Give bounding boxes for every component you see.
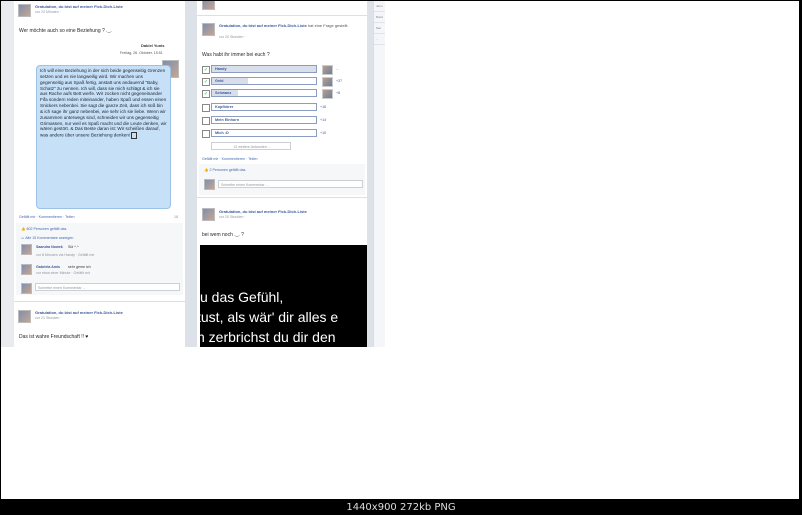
video-text-line: n zerbrichst du dir den — [200, 329, 336, 345]
emoji-icon — [131, 132, 138, 140]
page-avatar[interactable] — [202, 208, 215, 221]
post-time[interactable]: vor 20 Stunden · — [219, 215, 246, 219]
page-name[interactable]: Gratulation, du bist auf meiner Fick-Dic… — [219, 23, 349, 28]
poll-bar[interactable]: Handy — [211, 65, 317, 73]
view-all-comments[interactable]: ▭ Alle 15 Kommentare anzeigen — [21, 236, 73, 240]
poll-fill — [212, 66, 316, 72]
post-text: Wer möchte auch so eine Beziehung ? ._. — [19, 28, 112, 34]
checkbox[interactable]: ✓ — [202, 78, 210, 86]
post-text: Das ist wahre Freundschaft !! ♥ — [19, 334, 89, 340]
poll-bar[interactable]: Mich :D — [211, 129, 317, 137]
comment-meta[interactable]: vor 8 Minuten via Handy · Gefällt mir — [36, 253, 94, 257]
poll-post: Gratulation, du bist auf meiner Fick-Dic… — [197, 19, 367, 198]
sidebar-item[interactable]: Jerm — [374, 1, 385, 12]
post-time[interactable]: vor 23 Minuten · — [35, 10, 61, 14]
my-avatar — [21, 283, 32, 294]
comment-input[interactable]: Schreibe einen Kommentar ... — [35, 283, 180, 291]
poll-bar[interactable]: Schwanz — [211, 89, 317, 97]
facebook-timeline-screenshot: Gratulation, du bist auf meiner Fick-Dic… — [1, 1, 385, 347]
column-gutter — [185, 1, 197, 347]
video-player[interactable]: u das Gefühl, tust, als wär' dir alles e… — [200, 245, 367, 347]
checkbox[interactable] — [202, 117, 210, 125]
share-count: 18 — [174, 215, 178, 219]
page-avatar[interactable] — [18, 4, 31, 17]
checkbox[interactable] — [202, 104, 210, 112]
message-bubble: Ich will eine Beziehung in der sich beid… — [36, 65, 171, 209]
post-friendship: Gratulation, du bist auf meiner Fick-Dic… — [14, 307, 185, 347]
image-caption: 1440x900 272kb PNG — [346, 502, 456, 513]
voter-avatar[interactable] — [322, 77, 333, 87]
likes-summary[interactable]: 👍 802 Personen gefällt das. — [21, 227, 67, 231]
checkbox[interactable]: ✓ — [202, 90, 210, 98]
video-text-line: u das Gefühl, — [200, 289, 284, 305]
post-relationship: Gratulation, du bist auf meiner Fick-Dic… — [14, 1, 185, 302]
voter-avatar[interactable] — [322, 65, 333, 75]
message-author: Dakiel Yunis — [141, 43, 165, 48]
checkbox[interactable] — [202, 130, 210, 138]
middle-feed-column: Gratulation, du bist auf meiner Fick-Dic… — [197, 1, 367, 347]
comment-text: Sül ^.^ — [68, 245, 79, 249]
likes-summary[interactable]: 👍 2 Personen gefällt das. — [204, 168, 246, 172]
voter-avatar[interactable] — [322, 89, 333, 99]
page-avatar[interactable] — [202, 23, 215, 36]
page-avatar — [202, 1, 215, 10]
post-time[interactable]: vor 21 Stunden · — [35, 316, 62, 320]
page-name[interactable]: Gratulation, du bist auf meiner Fick-Dic… — [35, 310, 123, 315]
screenshot-canvas: Gratulation, du bist auf meiner Fick-Dic… — [1, 1, 799, 499]
comment-meta[interactable]: vor etwa einer Minute · Gefällt mir — [36, 271, 90, 275]
right-sidebar: Jerm Dicot Sec ... — [373, 1, 385, 347]
sidebar-item[interactable]: ... — [374, 34, 385, 45]
comment-author[interactable]: Saandra Nowek — [36, 245, 63, 249]
message-text: Ich will eine Beziehung in der sich beid… — [40, 68, 167, 138]
commenter-avatar[interactable] — [21, 244, 32, 255]
poll-bar[interactable]: Kopfhörer — [211, 103, 317, 111]
more-answers-button[interactable]: 13 weitere Antworten ... — [211, 142, 291, 150]
commenter-avatar[interactable] — [21, 264, 32, 275]
post-actions[interactable]: Gefällt mir · Kommentieren · Teilen — [202, 157, 257, 161]
poll-bar[interactable]: Mein Einhorn — [211, 116, 317, 124]
checkbox[interactable]: ✓ — [202, 66, 210, 74]
poll-question: Was habt ihr immer bei euch ? — [202, 52, 270, 58]
poll-bar[interactable]: Geld — [211, 77, 317, 85]
video-text-line: tust, als wär' dir alles e — [200, 309, 339, 325]
comment-input[interactable]: Schreibe einen Kommentar ... — [218, 180, 363, 188]
previous-post-tail — [197, 1, 367, 16]
my-avatar — [204, 179, 215, 190]
post-actions[interactable]: Gefällt mir · Kommentieren · Teilen — [19, 215, 74, 219]
comment-text: sehr geme ich — [68, 265, 91, 269]
message-date: Freitag, 26. Oktober, 15:51 — [120, 51, 163, 55]
post-time[interactable]: vor 20 Stunden · — [219, 35, 246, 39]
page-name[interactable]: Gratulation, du bist auf meiner Fick-Dic… — [219, 209, 307, 214]
sidebar-item[interactable]: Sec — [374, 23, 385, 34]
page-avatar[interactable] — [18, 310, 31, 323]
page-name[interactable]: Gratulation, du bist auf meiner Fick-Dic… — [35, 4, 123, 9]
post-text: bei wem noch ._. ? — [202, 232, 244, 238]
comment-author[interactable]: Gabriela Amis — [36, 265, 60, 269]
sidebar-item[interactable]: Dicot — [374, 12, 385, 23]
left-feed-column: Gratulation, du bist auf meiner Fick-Dic… — [14, 1, 185, 347]
